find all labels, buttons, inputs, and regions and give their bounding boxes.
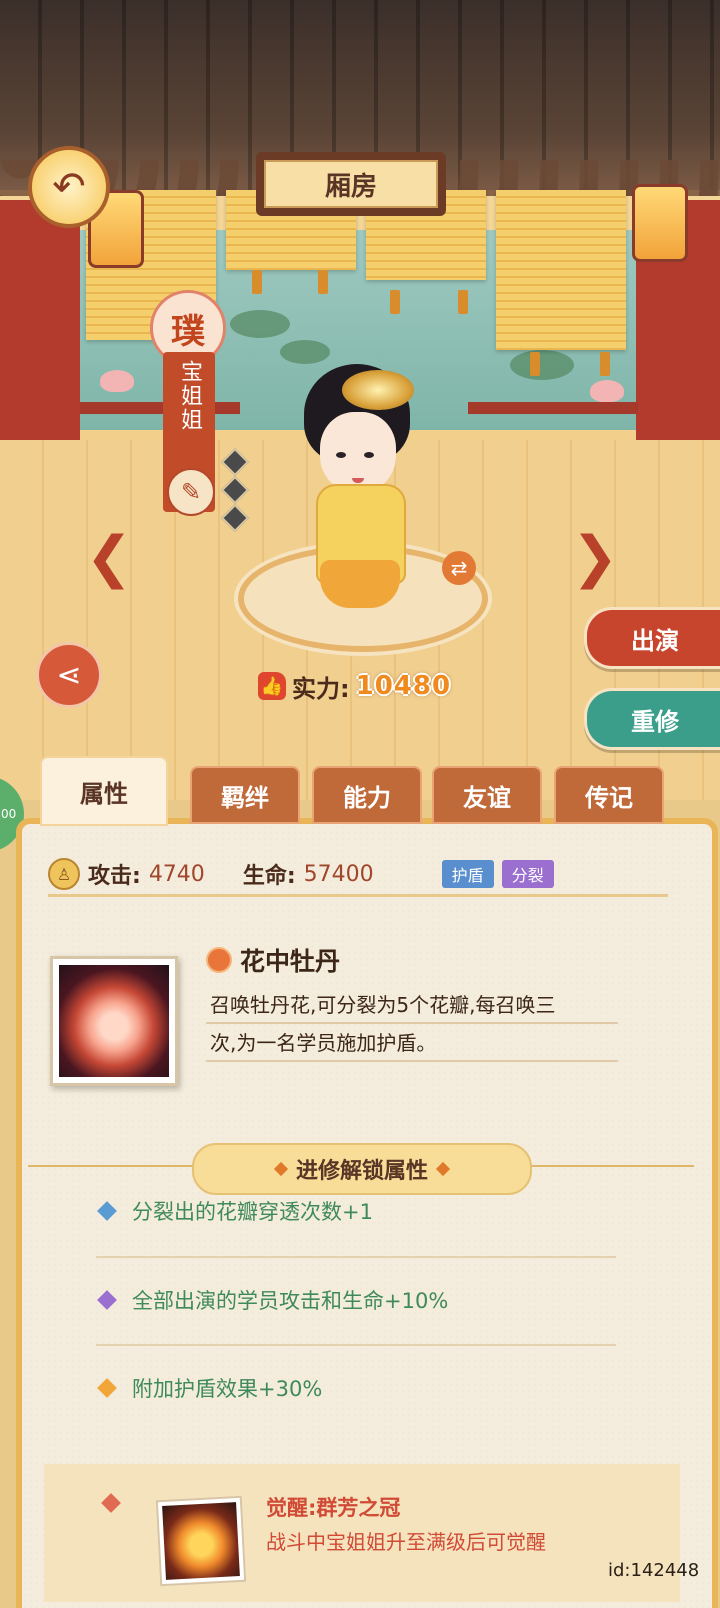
- hp-label: 生命:: [242, 864, 296, 889]
- divider: [96, 1256, 616, 1258]
- bamboo-blind: [496, 190, 626, 350]
- attack-value: 4740: [148, 861, 205, 887]
- skill-title: 花中牡丹: [206, 942, 340, 978]
- orange-diamond-icon: [97, 1378, 117, 1398]
- swap-outfit-button[interactable]: ⇄: [442, 551, 476, 585]
- peony-skill-icon: [59, 965, 169, 1077]
- user-id: id:142448: [608, 1560, 700, 1581]
- tab-bar: 属性 羁绊 能力 友谊 传记: [40, 756, 680, 826]
- character-figure[interactable]: [290, 360, 430, 620]
- left-railing: [80, 402, 240, 414]
- prev-character-arrow[interactable]: ❮: [80, 525, 138, 590]
- tab-attributes[interactable]: 属性: [40, 756, 168, 826]
- diamond-icon: [435, 1161, 451, 1177]
- swap-icon: ⇄: [450, 556, 468, 580]
- unlock-section-label: 进修解锁属性: [295, 1159, 428, 1184]
- power-value: 10480: [355, 671, 452, 701]
- unlock-item: 附加护盾效果+30%: [97, 1370, 620, 1406]
- title-plaque: 厢房: [256, 152, 446, 216]
- tab-abilities[interactable]: 能力: [312, 766, 422, 824]
- back-arrow-icon: ↶: [52, 164, 86, 210]
- unlock-item-text: 附加护盾效果+30%: [132, 1377, 323, 1401]
- tab-friendship[interactable]: 友谊: [432, 766, 542, 824]
- crown-flower-icon: [162, 1502, 240, 1580]
- share-icon: ⋖: [56, 657, 82, 693]
- divider: [96, 1344, 616, 1346]
- skill-desc-line: 次,为一名学员施加护盾。: [210, 1031, 437, 1055]
- page-title: 厢房: [264, 160, 438, 208]
- right-railing: [468, 402, 638, 414]
- back-button[interactable]: ↶: [28, 146, 110, 228]
- divider: [206, 1022, 618, 1024]
- skill-description: 召唤牡丹花,可分裂为5个花瓣,每召唤三 次,为一名学员施加护盾。: [210, 986, 620, 1062]
- flower-icon: [206, 947, 232, 973]
- hp-value: 57400: [303, 861, 374, 887]
- skill-name: 花中牡丹: [240, 947, 341, 976]
- unlock-section-title: 进修解锁属性: [192, 1143, 532, 1195]
- split-tag: 分裂: [501, 860, 554, 888]
- diamond-icon: [273, 1161, 289, 1177]
- attack-label: 攻击:: [88, 864, 141, 889]
- divider: [206, 1060, 618, 1062]
- unlock-item: 分裂出的花瓣穿透次数+1: [97, 1193, 620, 1229]
- brush-icon: ✎: [180, 478, 202, 506]
- hanging-lantern: [632, 184, 688, 262]
- unlock-item: 全部出演的学员攻击和生命+10%: [97, 1282, 620, 1318]
- next-character-arrow[interactable]: ❯: [566, 525, 624, 590]
- unlock-item-text: 全部出演的学员攻击和生命+10%: [132, 1289, 449, 1313]
- stats-info-icon[interactable]: ♙: [48, 858, 80, 890]
- blue-diamond-icon: [97, 1201, 117, 1221]
- thumbs-up-icon: 👍: [258, 672, 286, 700]
- power-label: 实力:: [292, 674, 350, 703]
- purple-diamond-icon: [97, 1290, 117, 1310]
- rename-brush-button[interactable]: ✎: [167, 468, 215, 516]
- perform-button[interactable]: 出演: [584, 607, 720, 669]
- skill-desc-line: 召唤牡丹花,可分裂为5个花瓣,每召唤三: [210, 993, 556, 1017]
- retrain-button[interactable]: 重修: [584, 688, 720, 750]
- share-button[interactable]: ⋖: [36, 642, 102, 708]
- stats-row: ♙ 攻击: 4740 生命: 57400 护盾 分裂: [48, 854, 668, 897]
- awaken-title: 觉醒:群芳之冠: [266, 1496, 401, 1520]
- awaken-description: 战斗中宝姐姐升至满级后可觉醒: [266, 1530, 546, 1554]
- power-display: 👍 实力: 10480: [258, 666, 451, 706]
- awaken-icon-frame[interactable]: [155, 1495, 247, 1587]
- unlock-item-text: 分裂出的花瓣穿透次数+1: [132, 1200, 373, 1224]
- tab-bonds[interactable]: 羁绊: [190, 766, 300, 824]
- tab-biography[interactable]: 传记: [554, 766, 664, 824]
- shield-tag: 护盾: [441, 860, 494, 888]
- skill-icon-frame[interactable]: [50, 956, 178, 1086]
